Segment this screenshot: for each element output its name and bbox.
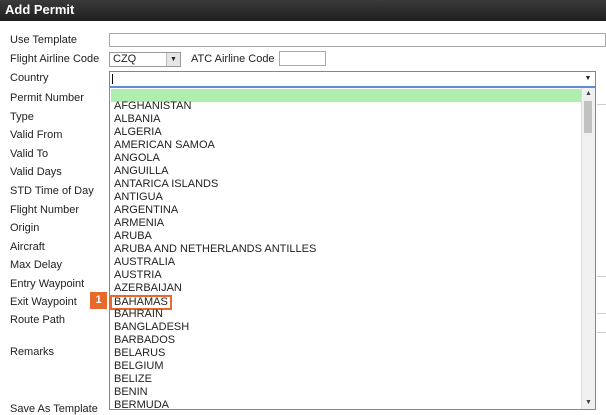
country-option[interactable]: ANTARICA ISLANDS <box>114 178 582 191</box>
country-options: AFGHANISTAN ALBANIA ALGERIA AMERICAN SAMOA A… <box>110 100 582 409</box>
country-option[interactable]: BANGLADESH <box>114 321 582 334</box>
exit-waypoint-label: Exit Waypoint <box>10 296 77 308</box>
flight-airline-code-select[interactable]: CZQ ▼ <box>109 52 181 67</box>
country-option[interactable]: BENIN <box>114 386 582 399</box>
country-option[interactable]: BELARUS <box>114 347 582 360</box>
field-edge <box>597 332 606 333</box>
aircraft-label: Aircraft <box>10 241 45 253</box>
country-option[interactable]: AFGHANISTAN <box>114 100 582 113</box>
max-delay-label: Max Delay <box>10 259 62 271</box>
field-edge <box>597 104 606 105</box>
country-option[interactable]: ARMENIA <box>114 217 582 230</box>
country-option[interactable]: AUSTRIA <box>114 269 582 282</box>
flight-airline-code-label: Flight Airline Code <box>10 53 100 65</box>
country-option[interactable]: AZERBAIJAN <box>114 282 582 295</box>
type-label: Type <box>10 111 34 123</box>
field-edge <box>597 276 606 277</box>
country-option[interactable]: ANGUILLA <box>114 165 582 178</box>
dialog-titlebar: Add Permit <box>0 0 606 21</box>
valid-from-label: Valid From <box>10 129 63 141</box>
step-badge: 1 <box>90 292 107 309</box>
save-as-template-label: Save As Template <box>10 403 98 415</box>
use-template-label: Use Template <box>10 34 78 46</box>
country-option[interactable]: ALBANIA <box>114 113 582 126</box>
country-option[interactable]: ALGERIA <box>114 126 582 139</box>
country-label: Country <box>10 72 49 84</box>
country-option[interactable]: AMERICAN SAMOA <box>114 139 582 152</box>
valid-days-label: Valid Days <box>10 166 62 178</box>
country-option[interactable]: BARBADOS <box>114 334 582 347</box>
valid-to-label: Valid To <box>10 148 49 160</box>
country-option[interactable]: BAHAMAS <box>110 295 582 310</box>
country-option[interactable]: ARGENTINA <box>114 204 582 217</box>
origin-label: Origin <box>10 222 40 234</box>
atc-airline-code-label: ATC Airline Code <box>191 53 275 65</box>
dropdown-scrollbar[interactable]: ▲ ▼ <box>581 88 595 409</box>
dialog-title: Add Permit <box>5 2 75 17</box>
country-option[interactable]: AUSTRALIA <box>114 256 582 269</box>
flight-airline-code-value: CZQ <box>113 53 137 65</box>
country-select[interactable]: ▼ <box>109 71 596 87</box>
chevron-down-icon[interactable]: ▼ <box>582 73 594 85</box>
route-path-label: Route Path <box>10 314 66 326</box>
atc-airline-code-input[interactable] <box>279 51 326 66</box>
country-option[interactable]: ANGOLA <box>114 152 582 165</box>
country-option[interactable]: BERMUDA <box>114 399 582 409</box>
scroll-up-icon[interactable]: ▲ <box>582 88 595 100</box>
country-option[interactable]: BAHRAIN <box>114 308 582 321</box>
country-option[interactable]: BELIZE <box>114 373 582 386</box>
field-edge <box>597 313 606 314</box>
std-time-label: STD Time of Day <box>10 185 94 197</box>
country-option[interactable]: BELGIUM <box>114 360 582 373</box>
use-template-input[interactable] <box>109 33 606 47</box>
permit-number-label: Permit Number <box>10 92 84 104</box>
entry-waypoint-label: Entry Waypoint <box>10 278 85 290</box>
flight-number-label: Flight Number <box>10 204 80 216</box>
scroll-down-icon[interactable]: ▼ <box>582 397 595 409</box>
country-option[interactable]: ARUBA <box>114 230 582 243</box>
country-option[interactable]: ANTIGUA <box>114 191 582 204</box>
scroll-thumb[interactable] <box>584 101 592 133</box>
remarks-label: Remarks <box>10 346 55 358</box>
text-cursor <box>112 74 113 84</box>
country-dropdown-list[interactable]: AFGHANISTAN ALBANIA ALGERIA AMERICAN SAMOA A… <box>109 87 596 410</box>
country-option[interactable]: ARUBA AND NETHERLANDS ANTILLES <box>114 243 582 256</box>
chevron-down-icon[interactable]: ▼ <box>166 53 180 66</box>
